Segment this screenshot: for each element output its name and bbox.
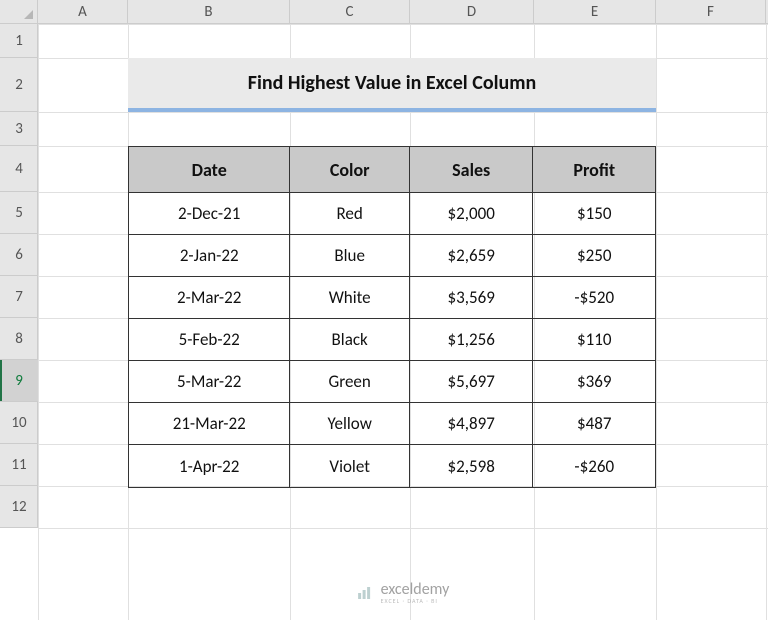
row-header-11[interactable]: 11 <box>0 444 38 486</box>
table-cell[interactable]: $3,569 <box>410 277 534 319</box>
col-header-E[interactable]: E <box>534 0 656 24</box>
table-cell[interactable]: $2,598 <box>410 445 534 487</box>
col-header-F[interactable]: F <box>656 0 766 24</box>
col-header-D[interactable]: D <box>410 0 534 24</box>
table-cell[interactable]: $150 <box>533 193 655 235</box>
table-cell[interactable]: $487 <box>533 403 655 445</box>
table-header[interactable]: Profit <box>533 147 655 193</box>
table-header[interactable]: Sales <box>410 147 534 193</box>
table-cell[interactable]: 5-Mar-22 <box>129 361 290 403</box>
table-cell[interactable]: Yellow <box>290 403 410 445</box>
table-cell[interactable]: Black <box>290 319 410 361</box>
row-header-12[interactable]: 12 <box>0 486 38 528</box>
row-header-10[interactable]: 10 <box>0 402 38 444</box>
title-text: Find Highest Value in Excel Column <box>248 71 536 95</box>
watermark-brand: exceldemy <box>381 582 450 598</box>
table-cell[interactable]: -$260 <box>533 445 655 487</box>
table-header[interactable]: Date <box>129 147 290 193</box>
table-cell[interactable]: 1-Apr-22 <box>129 445 290 487</box>
table-cell[interactable]: Blue <box>290 235 410 277</box>
row-header-9[interactable]: 9 <box>0 360 38 402</box>
table-cell[interactable]: White <box>290 277 410 319</box>
select-all-corner[interactable] <box>0 0 38 24</box>
col-header-C[interactable]: C <box>290 0 410 24</box>
table-cell[interactable]: Green <box>290 361 410 403</box>
table-cell[interactable]: 2-Dec-21 <box>129 193 290 235</box>
watermark: exceldemy EXCEL · DATA · BI <box>357 582 450 604</box>
table-cell[interactable]: $2,659 <box>410 235 534 277</box>
table-header[interactable]: Color <box>290 147 410 193</box>
table-cell[interactable]: $250 <box>533 235 655 277</box>
table-cell[interactable]: Violet <box>290 445 410 487</box>
row-header-2[interactable]: 2 <box>0 58 38 112</box>
spreadsheet-grid[interactable]: Find Highest Value in Excel Column DateC… <box>38 24 768 620</box>
table-cell[interactable]: $369 <box>533 361 655 403</box>
table-cell[interactable]: $5,697 <box>410 361 534 403</box>
table-cell[interactable]: 21-Mar-22 <box>129 403 290 445</box>
table-cell[interactable]: $2,000 <box>410 193 534 235</box>
col-header-A[interactable]: A <box>38 0 128 24</box>
table-cell[interactable]: 2-Mar-22 <box>129 277 290 319</box>
row-header-3[interactable]: 3 <box>0 112 38 146</box>
table-cell[interactable]: Red <box>290 193 410 235</box>
row-header-1[interactable]: 1 <box>0 24 38 58</box>
row-header-4[interactable]: 4 <box>0 146 38 192</box>
table-cell[interactable]: -$520 <box>533 277 655 319</box>
row-header-5[interactable]: 5 <box>0 192 38 234</box>
column-headers: ABCDEF <box>38 0 768 24</box>
col-header-B[interactable]: B <box>128 0 290 24</box>
table-cell[interactable]: $4,897 <box>410 403 534 445</box>
row-header-8[interactable]: 8 <box>0 318 38 360</box>
table-cell[interactable]: $1,256 <box>410 319 534 361</box>
row-header-7[interactable]: 7 <box>0 276 38 318</box>
row-headers: 123456789101112 <box>0 24 38 528</box>
sheet-title: Find Highest Value in Excel Column <box>128 58 656 112</box>
chart-icon <box>357 585 375 601</box>
table-cell[interactable]: 5-Feb-22 <box>129 319 290 361</box>
row-header-6[interactable]: 6 <box>0 234 38 276</box>
data-table: DateColorSalesProfit 2-Dec-21Red$2,000$15… <box>128 146 656 488</box>
table-cell[interactable]: $110 <box>533 319 655 361</box>
table-cell[interactable]: 2-Jan-22 <box>129 235 290 277</box>
